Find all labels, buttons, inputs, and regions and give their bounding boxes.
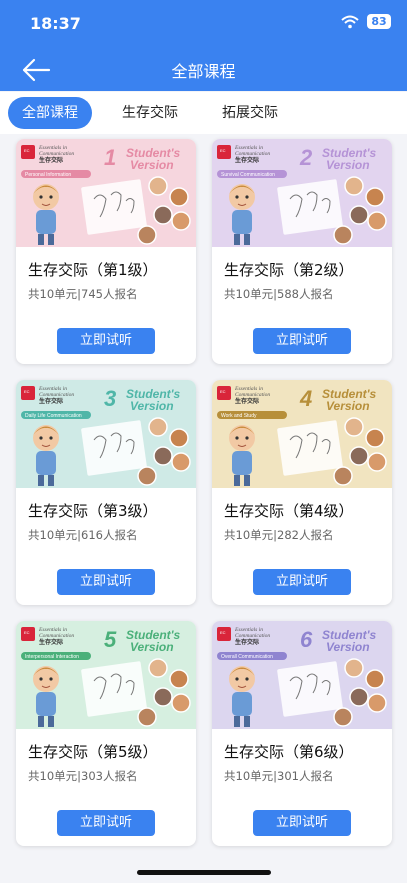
cover-series-cn: 生存交际 xyxy=(235,397,259,405)
course-cover-image[interactable]: EC Essentials in Communication 生存交际 6 Student… xyxy=(212,621,392,729)
svg-text:EC: EC xyxy=(220,389,226,394)
cover-topic-label: Daily Life Communication xyxy=(25,413,82,419)
sketch-illustration xyxy=(81,420,147,476)
course-enrollment-info: 共10单元|301人报名 xyxy=(224,769,334,783)
cover-topic-label: Overall Communication xyxy=(221,654,273,660)
tab-all-courses[interactable]: 全部课程 xyxy=(8,97,92,129)
cover-version-2: Version xyxy=(130,399,174,413)
course-title: 生存交际（第5级） xyxy=(28,743,158,761)
cover-series-cn: 生存交际 xyxy=(235,156,259,164)
wifi-icon xyxy=(341,15,359,28)
cover-series-cn: 生存交际 xyxy=(39,638,63,646)
svg-text:EC: EC xyxy=(24,630,30,635)
course-enrollment-info: 共10单元|282人报名 xyxy=(224,528,334,542)
course-cover-image[interactable]: EC Essentials in Communication 生存交际 5 Student… xyxy=(16,621,196,729)
course-enrollment-info: 共10单元|588人报名 xyxy=(224,287,334,301)
page-title: 全部课程 xyxy=(171,62,236,81)
svg-text:EC: EC xyxy=(220,630,226,635)
course-cover-image[interactable]: EC Essentials in Communication 生存交际 1 Student… xyxy=(16,139,196,247)
tab-extended[interactable]: 拓展交际 xyxy=(210,97,290,129)
course-card[interactable]: EC Essentials in Communication 生存交际 6 Student… xyxy=(212,621,392,846)
category-tabs: 全部课程 生存交际 拓展交际 xyxy=(0,92,407,134)
course-title: 生存交际（第4级） xyxy=(224,502,354,520)
course-card[interactable]: EC Essentials in Communication 生存交际 2 Student… xyxy=(212,139,392,364)
sketch-illustration xyxy=(277,179,343,235)
svg-text:EC: EC xyxy=(24,389,30,394)
cover-level-number: 5 xyxy=(104,627,117,652)
course-title: 生存交际（第2级） xyxy=(224,261,354,279)
cover-version-2: Version xyxy=(326,640,370,654)
cover-level-number: 3 xyxy=(104,386,116,411)
course-title: 生存交际（第3级） xyxy=(28,502,158,520)
cover-level-number: 1 xyxy=(104,145,116,170)
course-cover-image[interactable]: EC Essentials in Communication 生存交际 2 Student… xyxy=(212,139,392,247)
course-title: 生存交际（第6级） xyxy=(224,743,354,761)
cover-series-cn: 生存交际 xyxy=(39,397,63,405)
try-listen-button[interactable]: 立即试听 xyxy=(253,328,351,354)
course-cover-image[interactable]: EC Essentials in Communication 生存交际 3 Student… xyxy=(16,380,196,488)
try-listen-button[interactable]: 立即试听 xyxy=(253,810,351,836)
course-enrollment-info: 共10单元|616人报名 xyxy=(28,528,138,542)
cover-level-number: 4 xyxy=(299,386,312,411)
cover-version-2: Version xyxy=(326,158,370,172)
sketch-illustration xyxy=(277,420,343,476)
home-indicator xyxy=(137,870,271,875)
cover-level-number: 6 xyxy=(300,627,313,652)
sketch-illustration xyxy=(81,179,147,235)
course-card[interactable]: EC Essentials in Communication 生存交际 3 Student… xyxy=(16,380,196,605)
course-cover-image[interactable]: EC Essentials in Communication 生存交际 4 Student… xyxy=(212,380,392,488)
svg-text:EC: EC xyxy=(220,148,226,153)
status-icons: 83 xyxy=(341,14,391,29)
course-card[interactable]: EC Essentials in Communication 生存交际 4 Student… xyxy=(212,380,392,605)
cover-level-number: 2 xyxy=(299,145,313,170)
cover-version-2: Version xyxy=(326,399,370,413)
cover-version-2: Version xyxy=(130,640,174,654)
try-listen-button[interactable]: 立即试听 xyxy=(253,569,351,595)
cover-version-2: Version xyxy=(130,158,174,172)
status-time: 18:37 xyxy=(30,14,81,33)
cover-series-cn: 生存交际 xyxy=(235,638,259,646)
course-title: 生存交际（第1级） xyxy=(28,261,158,279)
try-listen-button[interactable]: 立即试听 xyxy=(57,810,155,836)
course-card[interactable]: EC Essentials in Communication 生存交际 1 Student… xyxy=(16,139,196,364)
cover-topic-label: Interpersonal Interaction xyxy=(25,654,79,660)
sketch-illustration xyxy=(81,661,147,717)
try-listen-button[interactable]: 立即试听 xyxy=(57,569,155,595)
cover-topic-label: Personal Information xyxy=(25,172,71,178)
course-enrollment-info: 共10单元|745人报名 xyxy=(28,287,138,301)
course-enrollment-info: 共10单元|303人报名 xyxy=(28,769,138,783)
svg-text:EC: EC xyxy=(24,148,30,153)
cover-topic-label: Survival Communication xyxy=(221,172,275,178)
cover-topic-label: Work and Study xyxy=(221,413,257,419)
try-listen-button[interactable]: 立即试听 xyxy=(57,328,155,354)
top-bar: 18:37 83 全部课程 xyxy=(0,0,407,91)
battery-indicator: 83 xyxy=(367,14,391,29)
sketch-illustration xyxy=(277,661,343,717)
course-card[interactable]: EC Essentials in Communication 生存交际 5 Student… xyxy=(16,621,196,846)
tab-survival[interactable]: 生存交际 xyxy=(110,97,190,129)
cover-series-cn: 生存交际 xyxy=(39,156,63,164)
